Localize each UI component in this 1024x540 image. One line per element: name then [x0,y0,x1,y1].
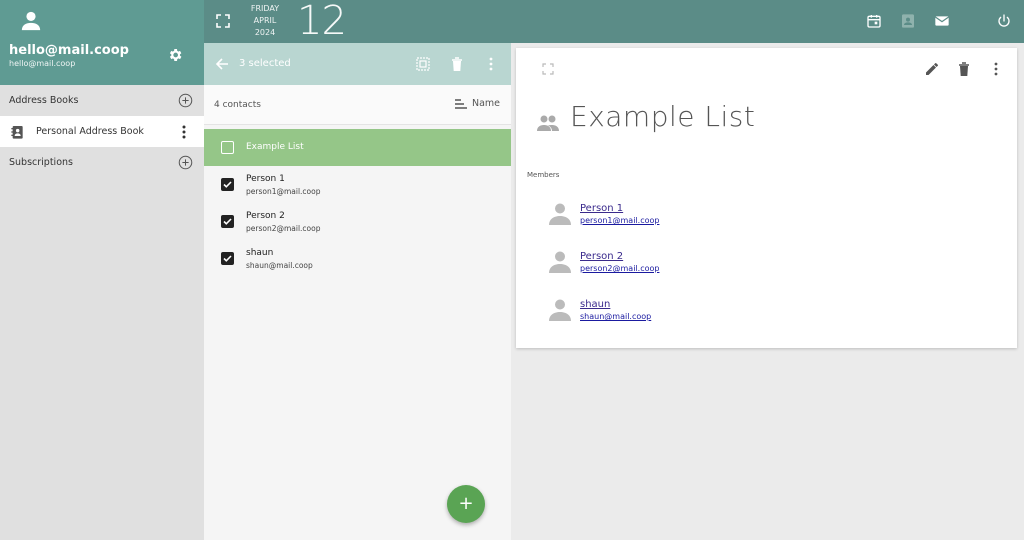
account-header: hello@mail.coop hello@mail.coop [0,0,204,85]
sidebar-item-personal-address-book[interactable]: Personal Address Book [0,116,204,147]
subscriptions-section: Subscriptions [0,147,204,178]
account-email-title: hello@mail.coop [9,43,129,58]
select-all-icon[interactable] [416,56,430,72]
member-email-link[interactable]: shaun@mail.coop [580,312,651,321]
group-name: Example List [246,142,304,152]
top-bar: FRIDAY APRIL 2024 12 [204,0,1024,44]
address-books-section: Address Books [0,85,204,116]
user-icon [21,11,41,31]
checkbox[interactable] [221,178,234,191]
contacts-icon[interactable] [900,13,916,29]
address-book-icon [11,126,23,139]
subscriptions-label: Subscriptions [9,157,73,168]
day-number: 12 [297,0,347,44]
selected-count: 3 selected [239,58,291,69]
members-label: Members [527,171,560,179]
sort-button[interactable]: Name [454,98,500,109]
sidebar-item-label: Personal Address Book [36,126,144,137]
account-email-subtitle: hello@mail.coop [9,59,76,68]
contact-email: person1@mail.coop [246,187,321,196]
contact-name: Person 1 [246,174,285,184]
member-email-link[interactable]: person2@mail.coop [580,264,659,273]
more-vert-icon[interactable] [177,124,191,140]
member-email-link[interactable]: person1@mail.coop [580,216,659,225]
add-address-book-icon[interactable] [178,93,193,108]
sort-icon [454,98,467,109]
group-icon [537,115,559,131]
contact-detail-card: Example List Members Person 1 person1@ma… [516,48,1017,348]
person-icon [549,251,571,273]
list-header: 4 contacts Name [204,85,511,125]
delete-icon[interactable] [450,56,464,72]
mail-icon[interactable] [934,13,950,29]
contact-list-panel: 3 selected 4 contacts Name Example List … [204,43,511,540]
list-item-group[interactable]: Example List [204,129,511,166]
person-icon [549,299,571,321]
member-name-link[interactable]: shaun [580,299,610,310]
back-arrow-icon[interactable] [215,57,229,71]
person-icon [549,203,571,225]
contact-email: person2@mail.coop [246,224,321,233]
add-subscription-icon[interactable] [178,155,193,170]
calendar-icon[interactable] [866,13,882,29]
fullscreen-icon[interactable] [542,63,554,75]
checkbox[interactable] [221,215,234,228]
checkbox[interactable] [221,252,234,265]
contact-count: 4 contacts [214,100,261,110]
more-vert-icon[interactable] [484,56,498,72]
add-contact-button[interactable]: + [447,485,485,523]
fullscreen-icon[interactable] [216,14,230,28]
month: APRIL [253,16,277,25]
list-item[interactable]: shaun shaun@mail.coop [204,240,511,277]
member-name-link[interactable]: Person 1 [580,203,623,214]
sort-label: Name [471,98,500,109]
list-item[interactable]: Person 2 person2@mail.coop [204,203,511,240]
delete-icon[interactable] [956,61,972,77]
checkbox[interactable] [221,141,234,154]
list-item[interactable]: Person 1 person1@mail.coop [204,166,511,203]
date-small: FRIDAY APRIL 2024 [248,3,282,39]
contact-title: Example List [570,100,756,133]
member-item: shaun shaun@mail.coop [548,297,748,337]
member-item: Person 1 person1@mail.coop [548,201,748,241]
weekday: FRIDAY [250,4,280,13]
sidebar: hello@mail.coop hello@mail.coop Address … [0,0,204,540]
member-item: Person 2 person2@mail.coop [548,249,748,289]
gear-icon[interactable] [167,47,183,63]
more-vert-icon[interactable] [988,61,1004,77]
contact-email: shaun@mail.coop [246,261,313,270]
selection-bar: 3 selected [204,43,511,85]
edit-icon[interactable] [924,61,940,77]
address-books-label: Address Books [9,95,79,106]
year: 2024 [254,28,276,37]
contact-name: shaun [246,248,274,258]
power-icon[interactable] [996,13,1012,29]
member-name-link[interactable]: Person 2 [580,251,623,262]
contact-name: Person 2 [246,211,285,221]
